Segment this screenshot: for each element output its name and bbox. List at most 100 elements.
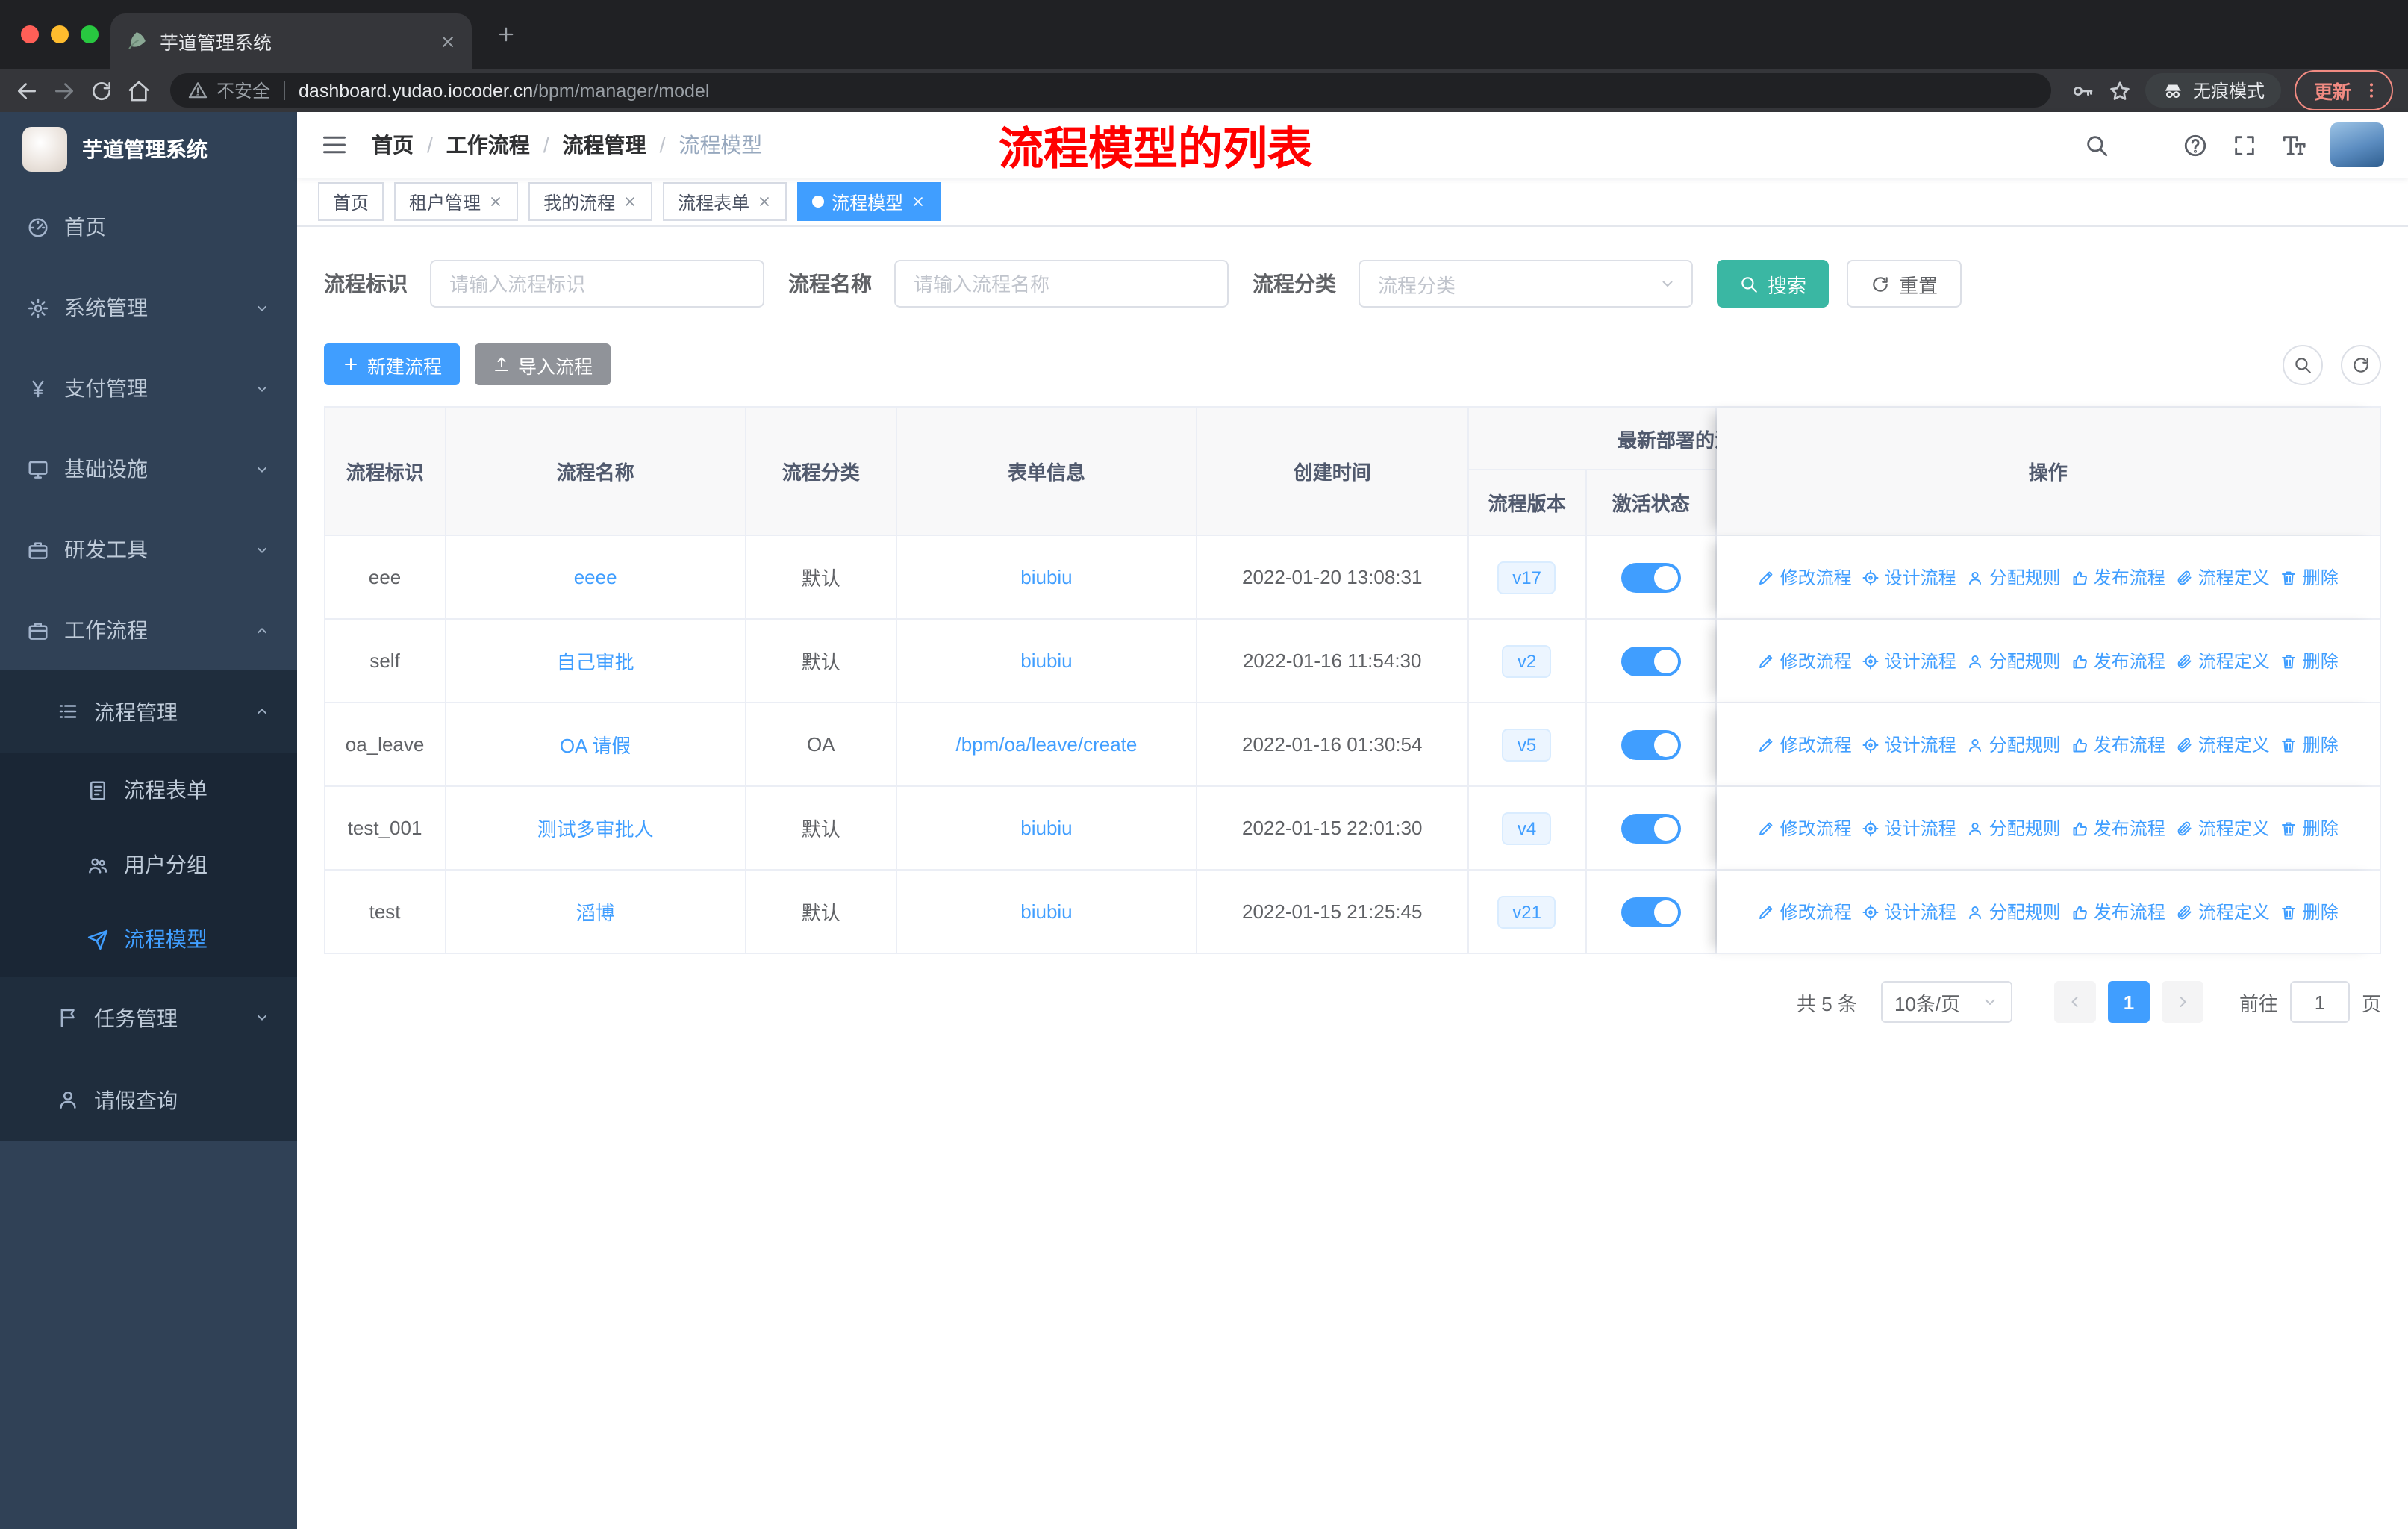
action-design-process[interactable]: 设计流程	[1862, 815, 1956, 841]
col-header-version[interactable]: 流程版本	[1468, 470, 1588, 536]
version-badge[interactable]: v4	[1502, 812, 1552, 844]
reset-button[interactable]: 重置	[1847, 260, 1962, 308]
window-zoom-button[interactable]	[81, 25, 99, 43]
active-toggle[interactable]	[1621, 729, 1681, 759]
refresh-table-button[interactable]	[2341, 344, 2381, 384]
process-name-link[interactable]: eeee	[574, 566, 617, 588]
sidebar-item-workflow[interactable]: 工作流程	[0, 590, 297, 670]
process-name-link[interactable]: OA 请假	[560, 735, 631, 757]
action-publish-process[interactable]: 发布流程	[2071, 899, 2165, 924]
action-design-process[interactable]: 设计流程	[1862, 899, 1956, 924]
tag-close-icon[interactable]	[623, 194, 637, 209]
search-button[interactable]: 搜索	[1717, 260, 1830, 308]
action-delete[interactable]: 删除	[2280, 899, 2339, 924]
password-key-icon[interactable]	[2071, 78, 2094, 102]
sidebar-collapse-icon[interactable]	[321, 131, 348, 158]
col-header-active-status[interactable]: 激活状态	[1587, 470, 1717, 536]
active-toggle[interactable]	[1621, 813, 1681, 843]
action-design-process[interactable]: 设计流程	[1862, 648, 1956, 673]
tag-process-form[interactable]: 流程表单	[663, 182, 787, 221]
browser-home-icon[interactable]	[127, 78, 151, 102]
action-publish-process[interactable]: 发布流程	[2071, 648, 2165, 673]
action-assign-rules[interactable]: 分配规则	[1967, 732, 2061, 757]
active-toggle[interactable]	[1621, 646, 1681, 676]
app-logo[interactable]: 芋道管理系统	[0, 112, 297, 187]
version-badge[interactable]: v2	[1502, 644, 1552, 677]
action-modify-process[interactable]: 修改流程	[1758, 899, 1852, 924]
fullscreen-icon[interactable]	[2232, 132, 2257, 158]
action-publish-process[interactable]: 发布流程	[2071, 732, 2165, 757]
col-header-created-time[interactable]: 创建时间	[1197, 408, 1469, 536]
reload-icon[interactable]	[90, 78, 113, 102]
sidebar-item-home[interactable]: 首页	[0, 187, 297, 267]
action-modify-process[interactable]: 修改流程	[1758, 648, 1852, 673]
action-delete[interactable]: 删除	[2280, 648, 2339, 673]
tag-process-model[interactable]: 流程模型	[797, 182, 941, 221]
process-name-link[interactable]: 自己审批	[557, 651, 634, 673]
action-modify-process[interactable]: 修改流程	[1758, 815, 1852, 841]
action-modify-process[interactable]: 修改流程	[1758, 732, 1852, 757]
process-key-input[interactable]	[430, 260, 764, 308]
sidebar-item-process-form[interactable]: 流程表单	[0, 753, 297, 827]
new-tab-button[interactable]	[496, 24, 517, 45]
sidebar-item-system[interactable]: 系统管理	[0, 267, 297, 348]
address-bar[interactable]: 不安全 dashboard.yudao.iocoder.cn/bpm/manag…	[170, 73, 2051, 108]
sidebar-item-task-mgmt[interactable]: 任务管理	[0, 977, 297, 1059]
next-page-button[interactable]	[2161, 981, 2203, 1023]
col-header-process-key[interactable]: 流程标识	[325, 408, 446, 536]
import-process-button[interactable]: 导入流程	[475, 343, 611, 385]
version-badge[interactable]: v17	[1497, 561, 1556, 594]
prev-page-button[interactable]	[2053, 981, 2096, 1023]
breadcrumb-workflow[interactable]: 工作流程	[446, 130, 530, 160]
page-size-select[interactable]: 10条/页	[1880, 981, 2012, 1023]
col-header-process-name[interactable]: 流程名称	[446, 408, 747, 536]
action-modify-process[interactable]: 修改流程	[1758, 564, 1852, 590]
action-assign-rules[interactable]: 分配规则	[1967, 648, 2061, 673]
col-header-form-info[interactable]: 表单信息	[896, 408, 1198, 536]
action-assign-rules[interactable]: 分配规则	[1967, 564, 2061, 590]
action-assign-rules[interactable]: 分配规则	[1967, 815, 2061, 841]
active-toggle[interactable]	[1621, 562, 1681, 592]
tag-close-icon[interactable]	[757, 194, 772, 209]
forward-icon[interactable]	[52, 78, 76, 102]
help-icon[interactable]	[2183, 132, 2208, 158]
tag-home[interactable]: 首页	[318, 182, 384, 221]
sidebar-item-payment[interactable]: 支付管理	[0, 348, 297, 429]
action-process-definition[interactable]: 流程定义	[2176, 564, 2270, 590]
form-info-link[interactable]: biubiu	[1020, 650, 1072, 672]
action-process-definition[interactable]: 流程定义	[2176, 899, 2270, 924]
col-header-category[interactable]: 流程分类	[746, 408, 897, 536]
form-info-link[interactable]: biubiu	[1020, 817, 1072, 839]
process-name-input[interactable]	[894, 260, 1229, 308]
tab-close-icon[interactable]	[439, 32, 457, 50]
goto-page-input[interactable]	[2289, 981, 2350, 1023]
user-avatar[interactable]	[2330, 122, 2384, 167]
action-process-definition[interactable]: 流程定义	[2176, 732, 2270, 757]
action-publish-process[interactable]: 发布流程	[2071, 815, 2165, 841]
create-process-button[interactable]: 新建流程	[324, 343, 461, 385]
form-info-link[interactable]: biubiu	[1020, 900, 1072, 923]
sidebar-item-leave-query[interactable]: 请假查询	[0, 1059, 297, 1141]
action-assign-rules[interactable]: 分配规则	[1967, 899, 2061, 924]
tag-close-icon[interactable]	[911, 194, 926, 209]
browser-menu-icon[interactable]	[2362, 81, 2381, 100]
action-delete[interactable]: 删除	[2280, 815, 2339, 841]
font-size-icon[interactable]	[2281, 132, 2306, 158]
action-design-process[interactable]: 设计流程	[1862, 732, 1956, 757]
active-toggle[interactable]	[1621, 897, 1681, 927]
action-design-process[interactable]: 设计流程	[1862, 564, 1956, 590]
breadcrumb-process-mgmt[interactable]: 流程管理	[563, 130, 646, 160]
tag-tenant-mgmt[interactable]: 租户管理	[394, 182, 519, 221]
window-minimize-button[interactable]	[51, 25, 69, 43]
breadcrumb-home[interactable]: 首页	[372, 130, 414, 160]
action-publish-process[interactable]: 发布流程	[2071, 564, 2165, 590]
security-label[interactable]: 不安全	[216, 78, 270, 103]
tag-close-icon[interactable]	[488, 194, 503, 209]
search-icon[interactable]	[2084, 132, 2109, 158]
back-icon[interactable]	[15, 78, 39, 102]
process-name-link[interactable]: 测试多审批人	[537, 818, 654, 841]
version-badge[interactable]: v5	[1502, 728, 1552, 761]
sidebar-item-user-group[interactable]: 用户分组	[0, 827, 297, 902]
category-select[interactable]: 流程分类	[1359, 260, 1693, 308]
form-info-link[interactable]: /bpm/oa/leave/create	[956, 733, 1138, 756]
